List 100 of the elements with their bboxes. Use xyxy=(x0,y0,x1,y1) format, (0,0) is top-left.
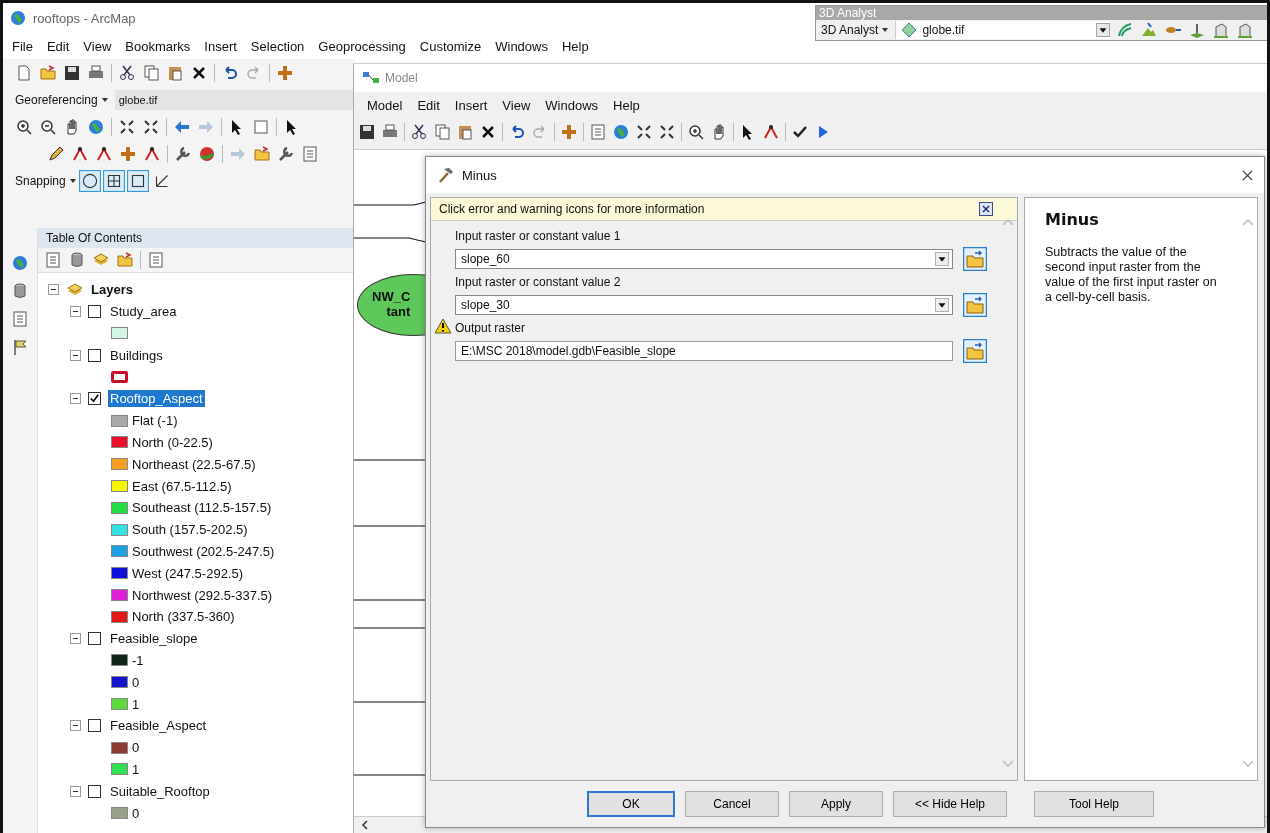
ball-icon[interactable] xyxy=(198,144,216,163)
menu-item[interactable]: Windows xyxy=(544,95,600,115)
arrows-icon[interactable] xyxy=(658,122,676,141)
legend-label: Northeast (22.5-67.5) xyxy=(132,456,256,472)
copy-icon[interactable] xyxy=(142,63,160,82)
menu-item[interactable]: Edit xyxy=(416,95,441,115)
collapse-toggle[interactable] xyxy=(70,349,81,361)
dialog-button[interactable]: OK xyxy=(587,791,675,817)
layer-dropdown[interactable]: globe.tif xyxy=(895,21,1111,39)
node-icon[interactable] xyxy=(95,144,113,163)
checkbox[interactable] xyxy=(88,632,101,646)
dialog-button[interactable]: Cancel xyxy=(685,791,779,817)
raster-dropdown[interactable]: slope_30 xyxy=(455,295,953,315)
folder-icon[interactable] xyxy=(253,144,271,163)
checkbox[interactable] xyxy=(88,392,101,406)
output-field[interactable]: E:\MSC 2018\model.gdb\Feasible_slope xyxy=(455,341,953,361)
browse-folder-icon[interactable] xyxy=(963,339,987,363)
close-icon[interactable] xyxy=(979,202,993,216)
menu-item[interactable]: Edit xyxy=(45,36,71,56)
node-icon[interactable] xyxy=(71,144,89,163)
wrench-icon[interactable] xyxy=(174,144,192,163)
close-icon[interactable] xyxy=(1241,168,1254,182)
copy-icon[interactable] xyxy=(433,122,451,141)
globe-icon[interactable] xyxy=(612,122,630,141)
browse-folder-icon[interactable] xyxy=(963,247,987,271)
raster-dropdown[interactable]: slope_60 xyxy=(455,249,953,269)
building-icon[interactable] xyxy=(1212,21,1231,39)
checkbox[interactable] xyxy=(88,719,101,733)
zoom-out-icon[interactable] xyxy=(39,117,57,136)
scissors-icon[interactable] xyxy=(410,122,428,141)
checkbox[interactable] xyxy=(88,348,101,362)
layer-item[interactable]: Feasible_slope xyxy=(108,630,200,648)
collapse-toggle[interactable] xyxy=(70,393,81,405)
globe-icon[interactable] xyxy=(87,117,105,136)
menu-item[interactable]: Selection xyxy=(249,36,306,56)
zoom-in-icon[interactable] xyxy=(687,122,705,141)
menu-item[interactable]: Model xyxy=(366,95,404,115)
pencil-icon[interactable] xyxy=(47,144,65,163)
checkbox[interactable] xyxy=(88,784,101,798)
collapse-toggle[interactable] xyxy=(70,720,81,732)
cylinder-icon[interactable] xyxy=(11,282,29,300)
plus-icon[interactable] xyxy=(119,144,137,163)
plus-icon[interactable] xyxy=(560,122,578,141)
building-icon[interactable] xyxy=(1236,21,1255,39)
menu-item[interactable]: Windows xyxy=(494,36,549,56)
collapse-toggle[interactable] xyxy=(70,785,81,797)
grid-icon[interactable] xyxy=(102,169,125,192)
layer-item[interactable]: Feasible_Aspect xyxy=(108,717,209,735)
scissors-icon[interactable] xyxy=(118,63,136,82)
scroll-left-icon[interactable] xyxy=(360,820,370,830)
layer-item[interactable]: Buildings xyxy=(108,346,165,364)
layer-dropdown[interactable]: globe.tif xyxy=(114,89,355,110)
folder-icon[interactable] xyxy=(39,63,57,82)
menu-item[interactable]: Insert xyxy=(203,36,238,56)
layer-item[interactable]: Study_area xyxy=(108,303,179,321)
browse-folder-icon[interactable] xyxy=(963,293,987,317)
menu-item[interactable]: File xyxy=(11,36,34,56)
legend-label: Northwest (292.5-337.5) xyxy=(132,587,273,603)
arrows-icon[interactable] xyxy=(118,117,136,136)
wrench-icon[interactable] xyxy=(277,144,295,163)
dialog-button[interactable]: Apply xyxy=(789,791,883,817)
square-icon[interactable] xyxy=(126,169,149,192)
list-icon[interactable] xyxy=(589,122,607,141)
menu-item[interactable]: Help xyxy=(560,36,590,56)
menu-item[interactable]: Geoprocessing xyxy=(317,36,407,56)
analyst-menu[interactable]: 3D Analyst xyxy=(821,23,890,37)
menu-item[interactable]: Customize xyxy=(418,36,483,56)
menu-item[interactable]: View xyxy=(82,36,113,56)
dialog-button[interactable]: Tool Help xyxy=(1034,791,1154,817)
folder-icon[interactable] xyxy=(116,251,134,269)
zoom-in-icon[interactable] xyxy=(15,117,33,136)
menu-item[interactable]: Bookmarks xyxy=(124,36,192,56)
collapse-toggle[interactable] xyxy=(70,633,81,645)
caret-icon[interactable] xyxy=(881,26,890,34)
warning-icon[interactable] xyxy=(434,318,452,334)
menu-item[interactable]: Insert xyxy=(453,95,489,115)
node-icon[interactable] xyxy=(762,122,780,141)
legend-label: 0 xyxy=(132,674,140,690)
caret-icon[interactable] xyxy=(100,95,109,104)
globe-icon[interactable] xyxy=(11,254,29,272)
menu-item[interactable]: View xyxy=(501,95,532,115)
save-icon[interactable] xyxy=(358,122,376,141)
snapping-menu[interactable]: Snapping xyxy=(15,173,77,188)
checkbox[interactable] xyxy=(88,305,101,319)
caret-icon[interactable] xyxy=(68,176,77,185)
tree-item[interactable]: Layers xyxy=(91,282,133,298)
save-icon[interactable] xyxy=(63,63,81,82)
layer-item[interactable]: Suitable_Rooftop xyxy=(108,782,212,800)
dialog-button[interactable]: << Hide Help xyxy=(893,791,1007,817)
georeferencing-menu[interactable]: Georeferencing xyxy=(15,92,109,107)
arrows-icon[interactable] xyxy=(142,117,160,136)
arrows-icon[interactable] xyxy=(635,122,653,141)
layer-item[interactable]: Rooftop_Aspect xyxy=(108,390,205,408)
cylinder-icon[interactable] xyxy=(68,251,86,269)
menu-item[interactable]: Help xyxy=(612,95,641,115)
collapse-toggle[interactable] xyxy=(70,306,81,318)
plus-icon[interactable] xyxy=(276,63,294,82)
collapse-toggle[interactable] xyxy=(48,284,59,296)
node-icon[interactable] xyxy=(143,144,161,163)
flag-icon[interactable] xyxy=(11,338,29,356)
